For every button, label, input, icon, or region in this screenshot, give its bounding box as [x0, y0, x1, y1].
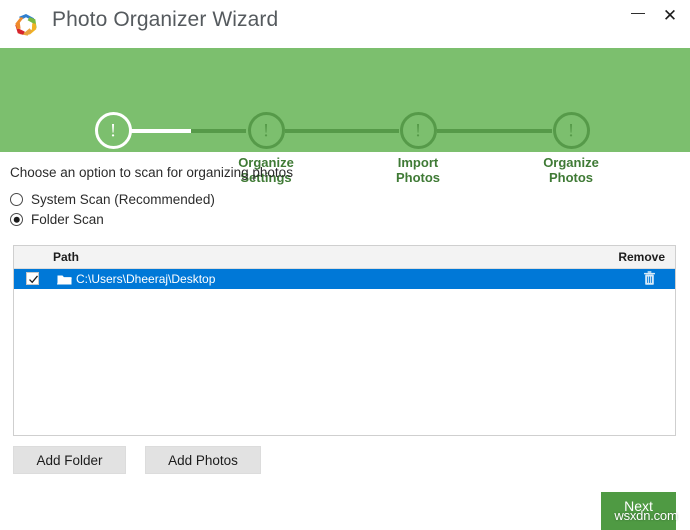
table-row[interactable]: C:\Users\Dheeraj\Desktop — [14, 269, 675, 289]
step-2-circle-icon: ! — [248, 112, 285, 149]
radio-system-scan-label: System Scan (Recommended) — [31, 192, 215, 207]
row-path-value: C:\Users\Dheeraj\Desktop — [76, 272, 215, 286]
step-3-label-line2: Photos — [358, 170, 478, 185]
step-3-label: Import Photos — [358, 155, 478, 185]
close-icon[interactable]: ✕ — [654, 0, 686, 30]
folder-icon — [57, 273, 72, 291]
minimize-icon[interactable]: — — [622, 0, 654, 30]
table-header: Path Remove — [14, 246, 675, 269]
radio-system-scan[interactable]: System Scan (Recommended) — [10, 192, 215, 207]
wizard-stepper: ! Select Location ! Organize Settings ! … — [0, 48, 690, 152]
step-4-marker: ! — [568, 121, 574, 140]
app-title: Photo Organizer Wizard — [52, 8, 278, 32]
column-header-remove: Remove — [618, 250, 665, 264]
title-bar: Photo Organizer Wizard — ✕ — [0, 0, 690, 48]
step-import-photos[interactable]: ! Import Photos — [358, 112, 478, 185]
add-folder-button[interactable]: Add Folder — [13, 446, 126, 474]
window-controls: — ✕ — [622, 0, 686, 34]
step-1-marker: ! — [110, 121, 116, 140]
add-photos-button[interactable]: Add Photos — [145, 446, 261, 474]
watermark: wsxdn.com — [601, 508, 690, 523]
radio-system-scan-icon[interactable] — [10, 193, 23, 206]
app-logo-icon — [12, 11, 40, 39]
step-2-marker: ! — [263, 121, 269, 140]
scan-option-prompt: Choose an option to scan for organizing … — [10, 165, 293, 180]
trash-icon[interactable] — [643, 271, 656, 291]
radio-folder-scan[interactable]: Folder Scan — [10, 212, 104, 227]
step-3-circle-icon: ! — [400, 112, 437, 149]
step-4-label: Organize Photos — [511, 155, 631, 185]
step-organize-photos[interactable]: ! Organize Photos — [511, 112, 631, 185]
photo-organizer-wizard-window: Photo Organizer Wizard — ✕ ! Select Loca… — [0, 0, 690, 530]
step-3-marker: ! — [415, 121, 421, 140]
step-4-label-line1: Organize — [511, 155, 631, 170]
radio-folder-scan-label: Folder Scan — [31, 212, 104, 227]
row-checkbox[interactable] — [26, 272, 39, 285]
folder-list-table: Path Remove C:\Users\Dheeraj\Desktop — [13, 245, 676, 436]
step-1-circle-icon: ! — [95, 112, 132, 149]
radio-folder-scan-icon[interactable] — [10, 213, 23, 226]
step-4-label-line2: Photos — [511, 170, 631, 185]
step-4-circle-icon: ! — [553, 112, 590, 149]
column-header-path: Path — [53, 250, 79, 264]
step-3-label-line1: Import — [358, 155, 478, 170]
